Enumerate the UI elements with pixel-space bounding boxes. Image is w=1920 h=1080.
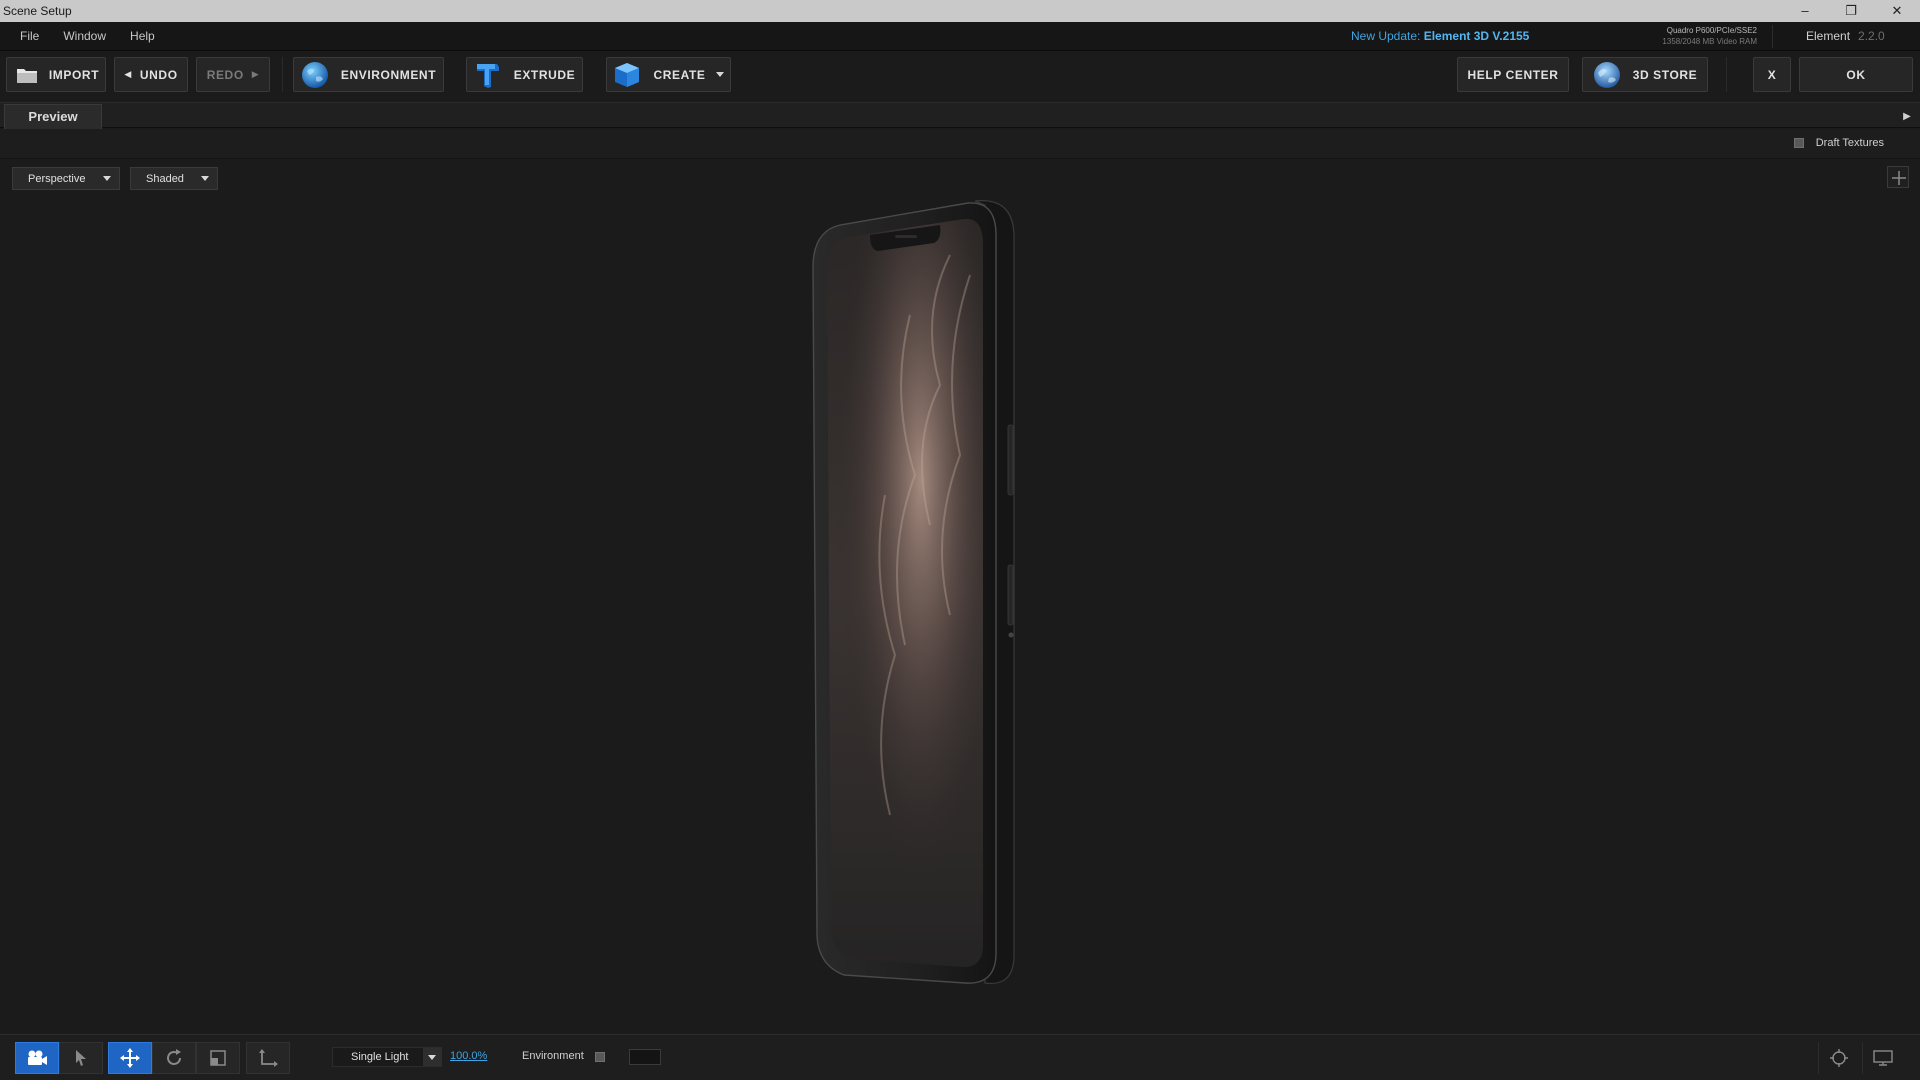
update-notice[interactable]: New Update: Element 3D V.2155 (1351, 22, 1529, 51)
move-arrows-icon (120, 1048, 140, 1068)
extrude-label: EXTRUDE (513, 67, 576, 82)
help-center-button[interactable]: HELP CENTER (1457, 57, 1569, 92)
app-name-label: Element (1806, 29, 1851, 43)
undo-button[interactable]: ◀ UNDO (114, 57, 188, 92)
maximize-viewport-icon[interactable] (1887, 166, 1909, 188)
menu-items: File Window Help (8, 22, 167, 51)
crosshair-icon (1829, 1049, 1848, 1067)
axis-tool-button[interactable] (246, 1042, 290, 1074)
draft-textures-label: Draft Textures (1815, 137, 1884, 149)
chevron-down-icon (103, 176, 111, 181)
menu-divider (1772, 25, 1773, 48)
preview-options-bar: Draft Textures (0, 129, 1920, 159)
chevron-down-icon (201, 176, 209, 181)
environment-label: ENVIRONMENT (340, 67, 437, 82)
environment-toggle-label: Environment (522, 1050, 584, 1062)
redo-arrow-icon: ▶ (251, 69, 260, 79)
camera-view-value: Perspective (28, 172, 86, 185)
tab-preview[interactable]: Preview (4, 104, 102, 129)
environment-checkbox[interactable] (595, 1052, 605, 1062)
chevron-down-icon (715, 72, 724, 77)
monitor-icon (1872, 1050, 1893, 1066)
window-controls: – ❐ ✕ (1782, 0, 1920, 22)
gpu-name: Quadro P600/PCIe/SSE2 (1666, 26, 1757, 35)
cancel-label: X (1767, 67, 1777, 82)
axis-icon (259, 1049, 278, 1067)
undo-label: UNDO (139, 67, 178, 82)
scene-setup-window: Scene Setup – ❐ ✕ File Window Help New U… (0, 0, 1920, 1080)
viewport-toolbar: Single Light 100.0% Environment (0, 1034, 1920, 1080)
ok-label: OK (1846, 67, 1866, 82)
close-window-icon[interactable]: ✕ (1874, 0, 1920, 22)
environment-color-swatch[interactable] (629, 1049, 661, 1065)
toolbar-divider-right (1726, 57, 1727, 92)
draft-textures-toggle[interactable]: Draft Textures (1793, 137, 1884, 149)
panel-tab-strip: Preview ▶ (0, 102, 1920, 129)
redo-label: REDO (206, 67, 244, 82)
app-name: Element 2.2.0 (1806, 22, 1885, 51)
extrude-button[interactable]: EXTRUDE (466, 57, 583, 92)
light-mode-dropdown[interactable]: Single Light (332, 1047, 442, 1067)
rotate-icon (167, 1049, 181, 1065)
shading-value: Shaded (146, 172, 184, 185)
select-tool-button[interactable] (59, 1042, 103, 1074)
display-settings-button[interactable] (1862, 1042, 1902, 1074)
shading-dropdown[interactable]: Shaded (130, 167, 218, 190)
ok-button[interactable]: OK (1799, 57, 1913, 92)
light-settings-button[interactable] (1818, 1042, 1858, 1074)
scale-tool-button[interactable] (196, 1042, 240, 1074)
store-globe-icon (1593, 61, 1621, 89)
rotate-tool-button[interactable] (152, 1042, 196, 1074)
help-center-label: HELP CENTER (1467, 67, 1559, 82)
undo-arrow-icon: ◀ (124, 69, 132, 79)
panel-expand-arrow-icon[interactable]: ▶ (1898, 106, 1916, 126)
cursor-arrow-icon (76, 1050, 86, 1066)
camera-icon (28, 1050, 47, 1065)
cube-icon (613, 61, 641, 89)
create-button[interactable]: CREATE (606, 57, 731, 92)
update-version: Element 3D V.2155 (1423, 29, 1530, 43)
gpu-info: Quadro P600/PCIe/SSE2 1358/2048 MB Video… (1645, 25, 1757, 47)
draft-textures-checkbox[interactable] (1793, 138, 1804, 148)
store-label: 3D STORE (1632, 67, 1698, 82)
menu-window[interactable]: Window (51, 22, 118, 51)
menu-bar: File Window Help New Update: Element 3D … (0, 22, 1920, 51)
import-label: IMPORT (48, 67, 100, 82)
chevron-down-icon (423, 1048, 441, 1066)
environment-button[interactable]: ENVIRONMENT (293, 57, 444, 92)
extrude-t-icon (474, 61, 502, 89)
phone-3d-model[interactable] (800, 195, 1030, 995)
toolbar-divider (282, 57, 283, 92)
title-bar: Scene Setup – ❐ ✕ (0, 0, 1920, 22)
scale-square-icon (210, 1050, 226, 1066)
menu-file[interactable]: File (8, 22, 51, 51)
create-label: CREATE (653, 67, 706, 82)
light-intensity-value[interactable]: 100.0% (450, 1050, 487, 1062)
import-button[interactable]: IMPORT (6, 57, 106, 92)
cancel-button[interactable]: X (1753, 57, 1791, 92)
move-tool-button[interactable] (108, 1042, 152, 1074)
restore-icon[interactable]: ❐ (1828, 0, 1874, 22)
app-version: 2.2.0 (1858, 29, 1885, 43)
light-mode-value: Single Light (351, 1051, 409, 1063)
minimize-icon[interactable]: – (1782, 0, 1828, 22)
gpu-vram: 1358/2048 MB Video RAM (1662, 37, 1757, 46)
window-title: Scene Setup (3, 4, 72, 18)
3d-viewport[interactable]: Perspective Shaded (0, 160, 1920, 1034)
folder-icon (13, 61, 41, 89)
camera-view-dropdown[interactable]: Perspective (12, 167, 120, 190)
update-prefix: New Update: (1351, 29, 1421, 43)
menu-help[interactable]: Help (118, 22, 167, 51)
globe-icon (301, 61, 329, 89)
redo-button[interactable]: REDO ▶ (196, 57, 270, 92)
camera-tool-button[interactable] (15, 1042, 59, 1074)
3d-store-button[interactable]: 3D STORE (1582, 57, 1708, 92)
